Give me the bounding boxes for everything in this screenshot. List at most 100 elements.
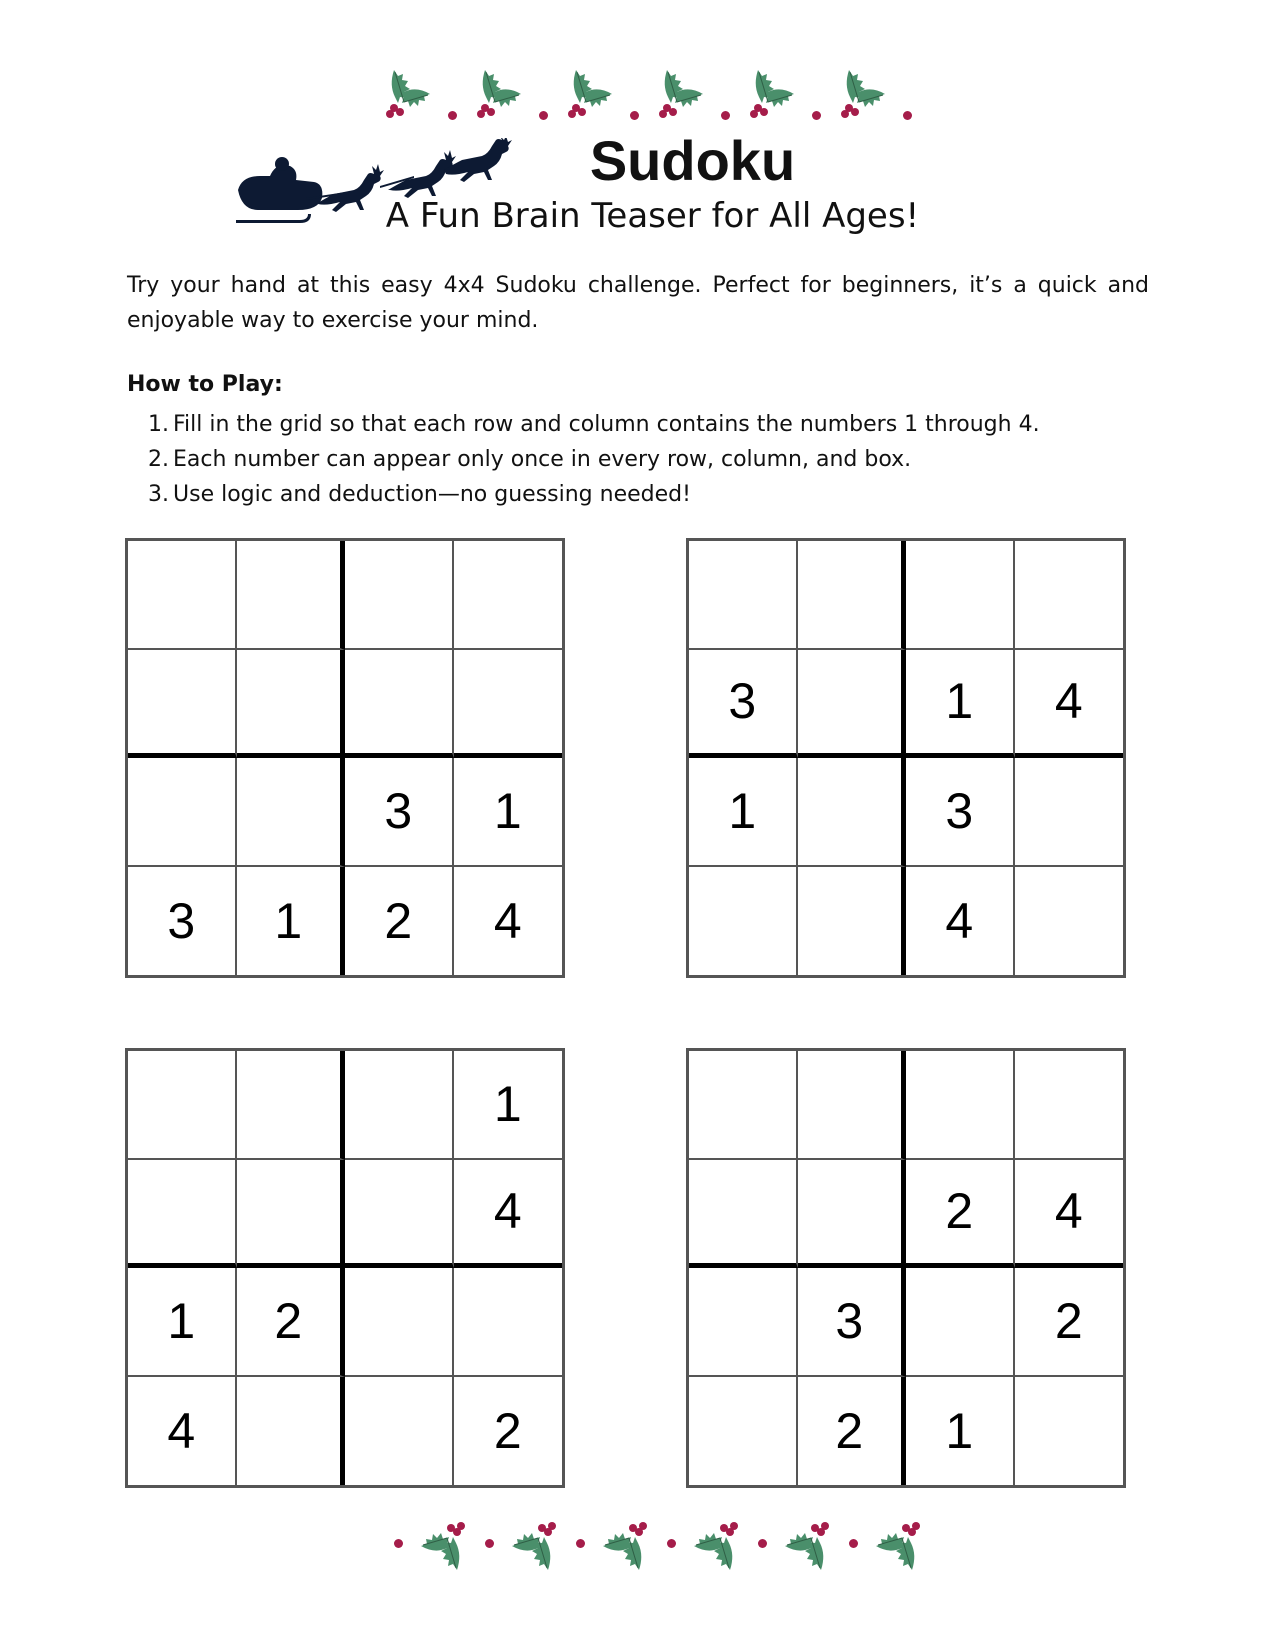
berry-dot (539, 110, 548, 120)
berry-dot (758, 1538, 767, 1548)
sudoku-cell[interactable] (689, 1376, 798, 1485)
sudoku-cell[interactable] (689, 1268, 798, 1377)
sudoku-cell[interactable] (797, 1159, 906, 1268)
rule-text: Fill in the grid so that each row and co… (173, 412, 1040, 437)
sudoku-cell[interactable] (345, 649, 454, 758)
sudoku-cell[interactable]: 1 (453, 758, 562, 867)
sudoku-cell[interactable]: 3 (128, 866, 237, 975)
sudoku-cell[interactable] (345, 541, 454, 650)
sudoku-grid-3: 141242 (125, 1048, 565, 1488)
holly-icon (512, 1522, 556, 1570)
sudoku-cell[interactable] (345, 1159, 454, 1268)
sudoku-cell[interactable]: 4 (454, 867, 563, 976)
rule-item: 2. Each number can appear only once in e… (127, 442, 1040, 477)
holly-icon (841, 70, 885, 118)
berry-dot (576, 1538, 585, 1548)
holly-icon (421, 1522, 465, 1570)
sudoku-cell[interactable]: 2 (345, 866, 454, 975)
sudoku-cell[interactable]: 2 (906, 1159, 1015, 1268)
sudoku-cell[interactable] (1014, 1051, 1123, 1160)
sudoku-cell[interactable]: 1 (906, 649, 1015, 758)
sudoku-cell[interactable]: 4 (906, 866, 1015, 975)
sudoku-cell[interactable] (128, 649, 237, 758)
sudoku-cell[interactable] (1015, 867, 1124, 976)
rule-text: Use logic and deduction—no guessing need… (173, 482, 691, 507)
sudoku-cell[interactable] (797, 758, 906, 867)
berry-dot (630, 110, 639, 120)
sudoku-cell[interactable] (1014, 541, 1123, 650)
rule-item: 3. Use logic and deduction—no guessing n… (127, 477, 1040, 512)
sudoku-cell[interactable] (236, 1051, 345, 1160)
holly-icon (603, 1522, 647, 1570)
sudoku-cell[interactable] (236, 758, 345, 867)
sudoku-cell[interactable] (128, 758, 237, 867)
sudoku-cell[interactable] (453, 1268, 562, 1377)
rule-text: Each number can appear only once in ever… (173, 447, 912, 472)
sudoku-cell[interactable]: 4 (453, 1160, 562, 1268)
sudoku-grid-1: 313124 (125, 538, 565, 978)
sudoku-cell[interactable] (1015, 1377, 1124, 1486)
sudoku-cell[interactable]: 3 (797, 1268, 906, 1377)
holly-icon (694, 1522, 738, 1570)
holly-icon (785, 1522, 829, 1570)
sudoku-cell[interactable]: 2 (1014, 1268, 1123, 1377)
sudoku-cell[interactable] (237, 1376, 345, 1485)
holly-icon (659, 70, 703, 118)
sudoku-cell[interactable] (689, 1051, 798, 1160)
holly-icon (750, 70, 794, 118)
sudoku-cell[interactable]: 3 (689, 649, 798, 758)
sudoku-cell[interactable]: 1 (689, 758, 798, 867)
sudoku-cell[interactable]: 2 (454, 1377, 563, 1486)
sudoku-cell[interactable] (128, 1051, 237, 1160)
page-subtitle: A Fun Brain Teaser for All Ages! (385, 196, 920, 236)
berry-dot (394, 1538, 403, 1548)
sudoku-cell[interactable]: 3 (345, 758, 454, 867)
sudoku-cell[interactable] (236, 541, 345, 650)
rule-number: 3. (148, 482, 169, 507)
holly-icon (477, 70, 521, 118)
sudoku-cell[interactable] (345, 1268, 454, 1377)
top-holly-garland (380, 66, 926, 120)
sudoku-cell[interactable] (345, 1051, 454, 1160)
sudoku-cell[interactable] (797, 649, 906, 758)
holly-icon (876, 1522, 920, 1570)
sudoku-cell[interactable]: 2 (236, 1268, 345, 1377)
sudoku-cell[interactable]: 1 (906, 1376, 1015, 1485)
sudoku-cell[interactable]: 4 (1014, 1160, 1123, 1268)
sudoku-cell[interactable] (345, 1376, 454, 1485)
sudoku-cell[interactable] (906, 541, 1015, 650)
rule-number: 2. (148, 447, 169, 472)
sudoku-cell[interactable] (128, 1159, 237, 1268)
page-title: Sudoku (589, 129, 796, 192)
berry-dot (812, 110, 821, 120)
sudoku-cell[interactable] (798, 866, 906, 975)
sudoku-cell[interactable] (906, 1051, 1015, 1160)
sudoku-cell[interactable] (689, 541, 798, 650)
sudoku-cell[interactable] (797, 541, 906, 650)
how-to-play-heading: How to Play: (127, 372, 283, 397)
sudoku-cell[interactable] (1014, 758, 1123, 867)
sudoku-cell[interactable] (906, 1268, 1015, 1377)
sudoku-cell[interactable]: 1 (128, 1268, 237, 1377)
berry-dot (903, 110, 912, 120)
sudoku-cell[interactable] (797, 1051, 906, 1160)
sudoku-cell[interactable]: 1 (237, 866, 345, 975)
holly-icon (386, 70, 430, 118)
sudoku-cell[interactable]: 4 (1014, 650, 1123, 758)
sudoku-cell[interactable] (689, 1159, 798, 1268)
sudoku-cell[interactable] (236, 1159, 345, 1268)
bottom-holly-garland (380, 1520, 926, 1574)
sudoku-cell[interactable]: 3 (906, 758, 1015, 867)
sudoku-cell[interactable] (453, 650, 562, 758)
sudoku-grid-2: 314134 (686, 538, 1126, 978)
sudoku-cell[interactable] (236, 649, 345, 758)
sudoku-cell[interactable]: 1 (453, 1051, 562, 1160)
sudoku-cell[interactable] (453, 541, 562, 650)
rules-list: 1. Fill in the grid so that each row and… (127, 407, 1040, 512)
sudoku-cell[interactable]: 4 (128, 1376, 237, 1485)
sudoku-cell[interactable] (128, 541, 237, 650)
berry-dot (667, 1538, 676, 1548)
sudoku-cell[interactable]: 2 (798, 1376, 906, 1485)
sudoku-cell[interactable] (689, 866, 798, 975)
berry-dot (448, 110, 457, 120)
